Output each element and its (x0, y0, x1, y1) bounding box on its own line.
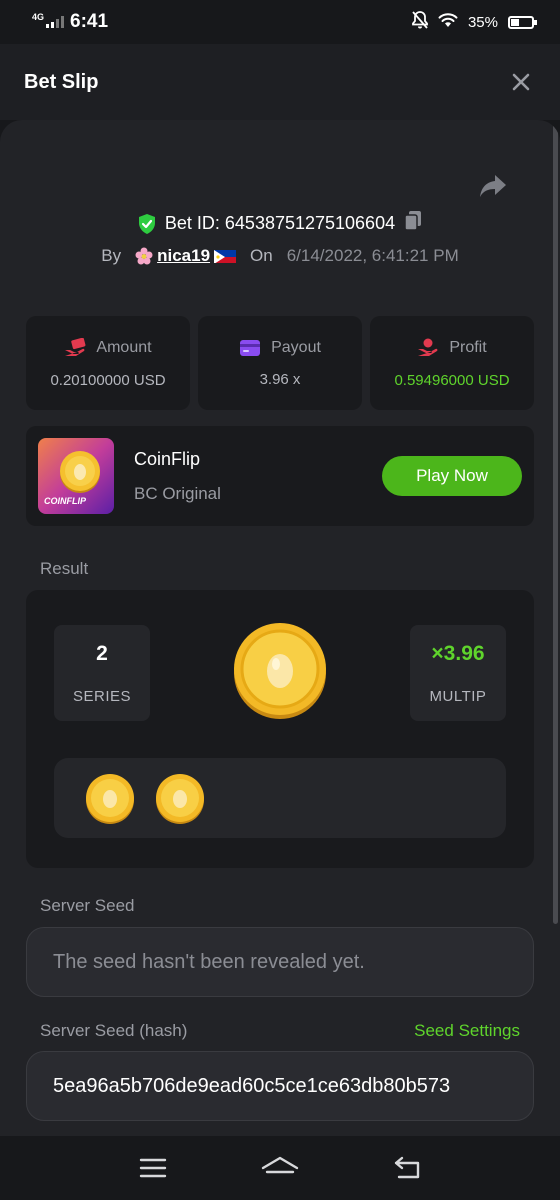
close-button[interactable] (506, 67, 536, 97)
thumbnail-label: COINFLIP (44, 496, 86, 506)
scrollbar[interactable] (553, 124, 558, 924)
close-icon (512, 73, 530, 91)
home-icon (261, 1156, 299, 1174)
stat-payout-value: 3.96 x (259, 370, 301, 388)
recent-apps-button[interactable] (131, 1148, 175, 1188)
by-label: By (101, 246, 122, 265)
stat-profit: Profit 0.59496000 USD (370, 316, 534, 410)
series-box: 2 SERIES (54, 625, 150, 721)
stat-profit-value: 0.59496000 USD (394, 371, 510, 389)
home-button[interactable] (258, 1148, 302, 1188)
multiplier-label: MULTIP (429, 687, 487, 705)
multiplier-value: ×3.96 (431, 641, 485, 665)
series-label: SERIES (72, 687, 132, 705)
game-card: COINFLIP CoinFlip BC Original Play Now (26, 426, 534, 526)
system-nav-bar (0, 1136, 560, 1200)
back-arrow-icon (394, 1156, 419, 1179)
clock-time: 6:41 (70, 11, 109, 32)
series-value: 2 (96, 641, 108, 665)
coin-icon (60, 451, 100, 493)
coin-history-icon (156, 774, 204, 824)
money-hand-icon (65, 337, 86, 356)
bet-slip-header: Bet Slip (0, 44, 560, 120)
profit-hand-icon (418, 338, 438, 356)
game-name: CoinFlip (134, 448, 201, 469)
copy-button[interactable] (403, 210, 423, 237)
stat-amount-label: Amount (96, 338, 152, 356)
flower-icon (135, 247, 153, 265)
stat-payout-label: Payout (271, 338, 321, 356)
game-subtitle: BC Original (134, 483, 221, 503)
server-seed-field[interactable]: The seed hasn't been revealed yet. (26, 927, 534, 997)
server-seed-hash-field[interactable]: 5ea96a5b706de9ead60c5ce1ce63db80b573 (26, 1051, 534, 1121)
back-button[interactable] (385, 1148, 429, 1188)
bet-date: 6/14/2022, 6:41:21 PM (286, 246, 459, 265)
bet-id: Bet ID: 64538751275106604 (164, 213, 396, 233)
wifi-icon (438, 12, 458, 32)
server-seed-label: Server Seed (40, 896, 135, 915)
signal-icon (46, 16, 65, 28)
stat-amount-value: 0.20100000 USD (50, 371, 166, 389)
philippines-flag-icon (214, 249, 237, 263)
shield-check-icon (138, 213, 155, 234)
coin-result-icon (234, 623, 326, 719)
share-arrow-icon (480, 175, 506, 197)
server-seed-hash-label: Server Seed (hash) (40, 1021, 188, 1040)
on-label: On (250, 246, 273, 265)
bet-meta-row: By nica19 On 6/14/2022, 6:41:21 PM (0, 246, 560, 266)
multiplier-box: ×3.96 MULTIP (410, 625, 506, 721)
mute-bell-icon (412, 11, 428, 33)
play-now-button[interactable]: Play Now (382, 456, 522, 496)
page-title: Bet Slip (24, 70, 99, 93)
share-button[interactable] (478, 172, 510, 202)
bet-stats: Amount 0.20100000 USD Payout 3.96 x Prof… (26, 316, 534, 410)
network-type: 4G (32, 11, 45, 22)
battery-icon (508, 15, 537, 29)
copy-icon (404, 211, 422, 231)
status-bar: 4G 6:41 35% (0, 0, 560, 44)
stat-payout: Payout 3.96 x (198, 316, 362, 410)
result-panel: 2 SERIES ×3.96 MULTIP (26, 590, 534, 868)
username-link[interactable]: nica19 (135, 246, 237, 266)
menu-lines-icon (140, 1158, 167, 1178)
seed-settings-link[interactable]: Seed Settings (414, 1021, 520, 1041)
bet-slip-sheet[interactable]: Bet ID: 64538751275106604 By nica19 On 6… (0, 120, 560, 1136)
coin-history-icon (86, 774, 134, 824)
username: nica19 (157, 246, 211, 265)
bet-id-row: Bet ID: 64538751275106604 (0, 210, 560, 237)
wallet-card-icon (240, 339, 261, 356)
flip-history (54, 758, 506, 838)
result-label: Result (40, 559, 89, 578)
battery-percent: 35% (467, 13, 498, 31)
coinflip-thumbnail: COINFLIP (38, 438, 114, 514)
stat-profit-label: Profit (449, 338, 487, 356)
stat-amount: Amount 0.20100000 USD (26, 316, 190, 410)
